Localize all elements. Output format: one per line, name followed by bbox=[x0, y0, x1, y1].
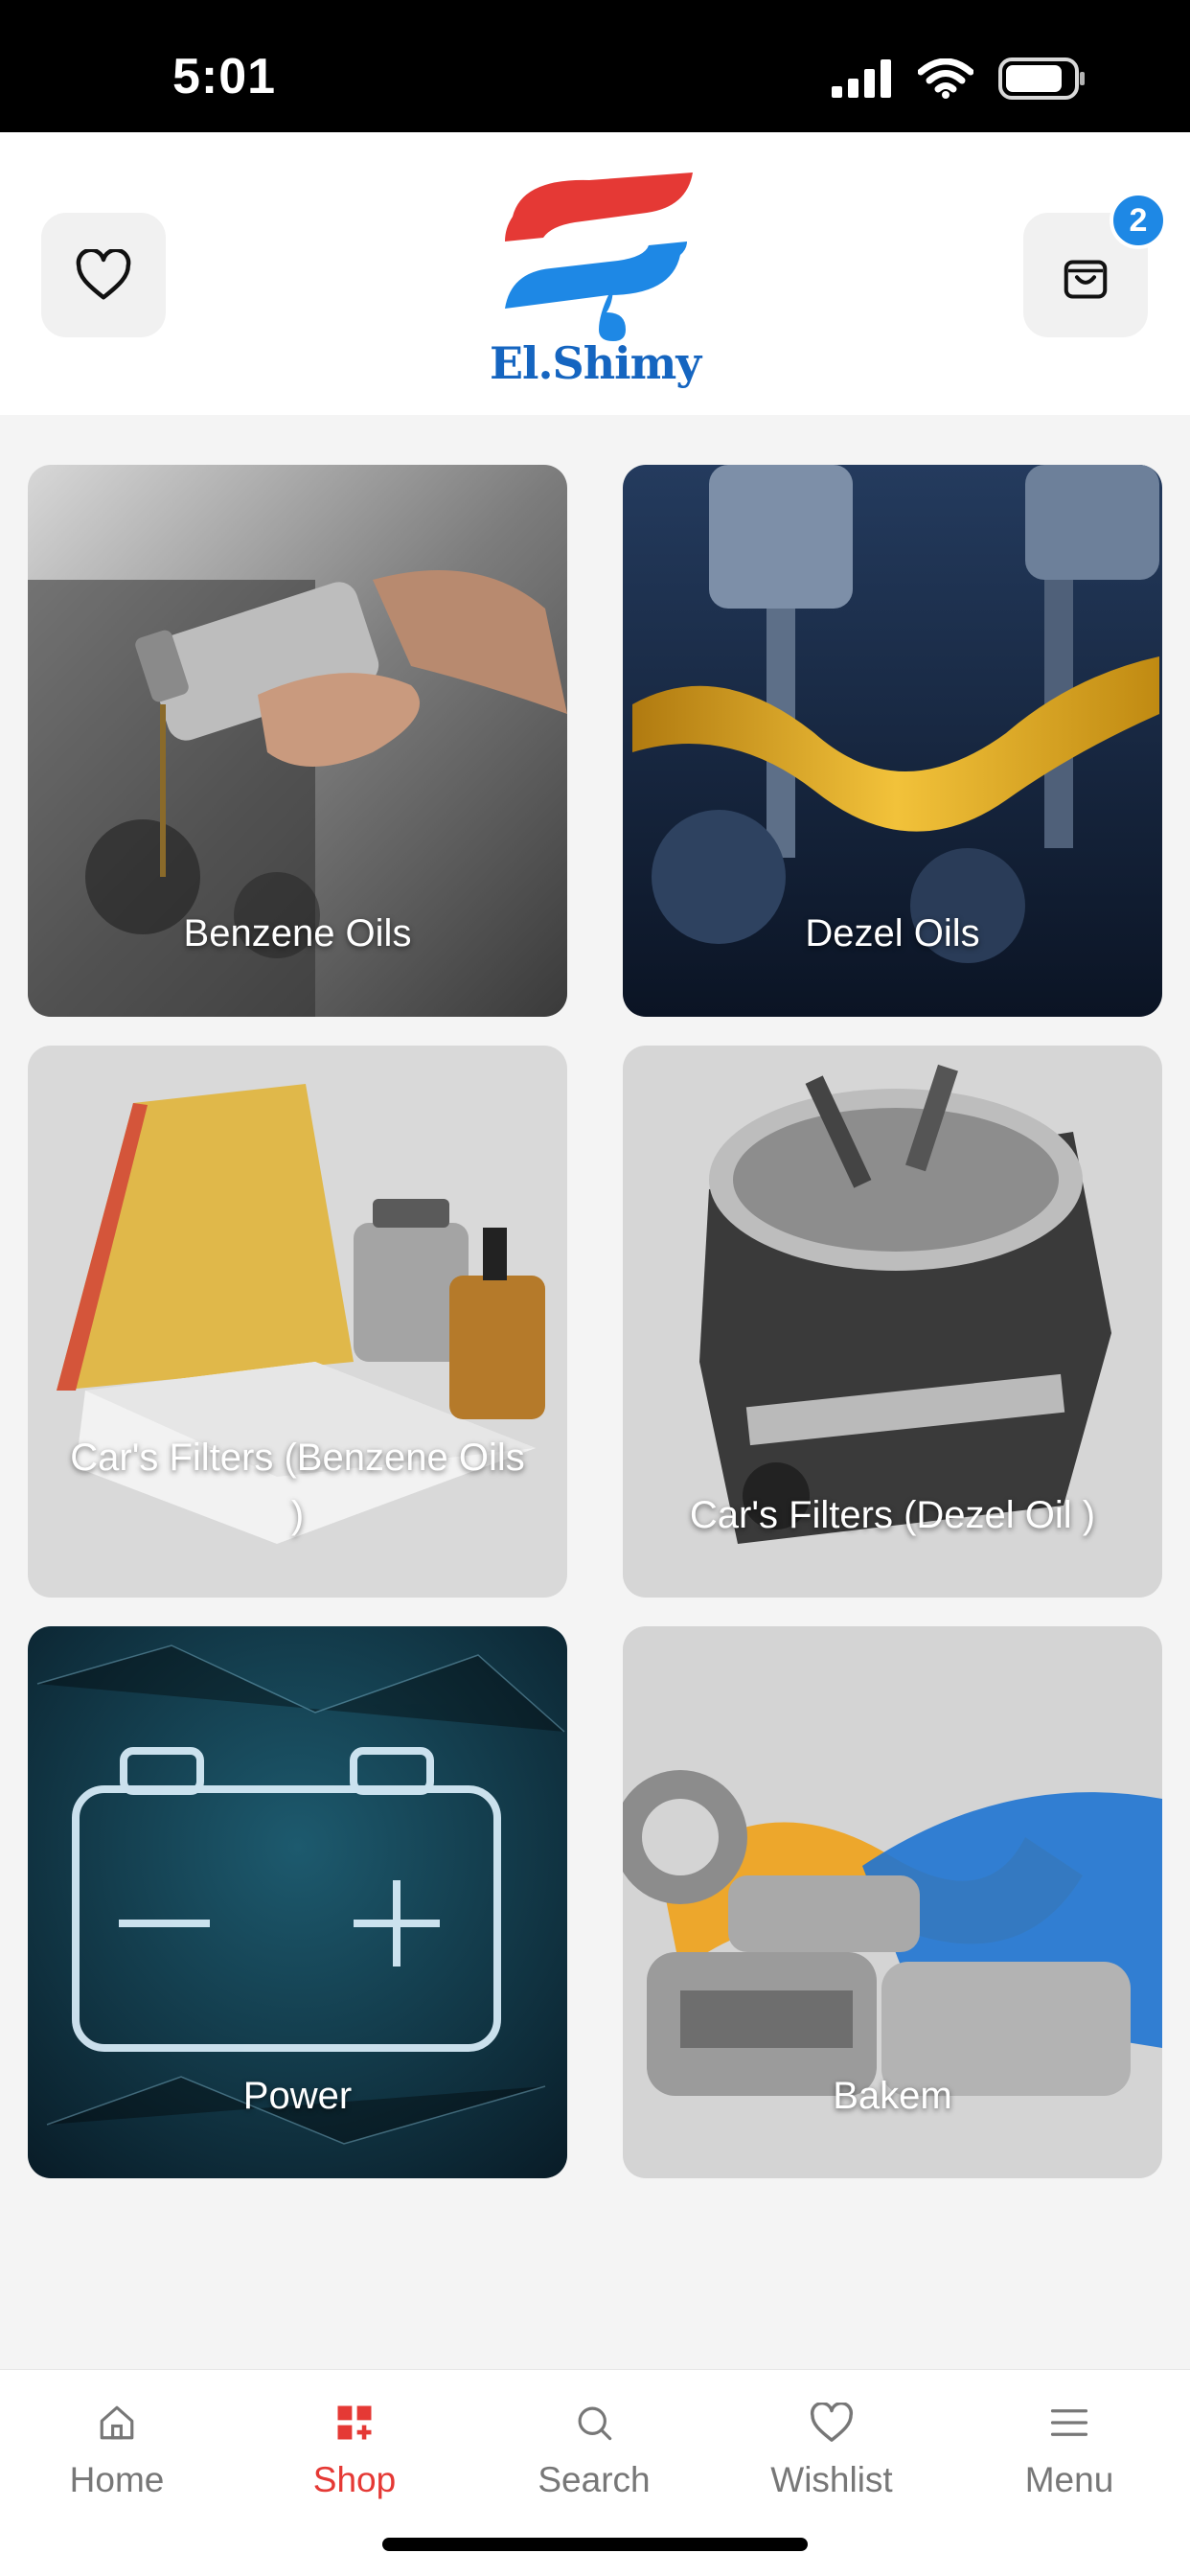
app-header: El.Shimy 2 bbox=[0, 132, 1190, 415]
category-card-dezel-oils[interactable]: Dezel Oils bbox=[623, 465, 1162, 1017]
nav-label: Search bbox=[538, 2460, 651, 2499]
menu-icon bbox=[1050, 2409, 1088, 2436]
status-time: 5:01 bbox=[172, 49, 277, 104]
nav-wishlist[interactable]: Wishlist bbox=[736, 2399, 927, 2500]
logo-mark bbox=[505, 172, 693, 341]
shop-grid-icon bbox=[337, 2405, 372, 2440]
cart-button[interactable]: 2 bbox=[1023, 192, 1167, 337]
category-card-bakem[interactable]: Bakem bbox=[623, 1626, 1162, 2178]
search-icon bbox=[578, 2406, 612, 2441]
nav-home[interactable]: Home bbox=[21, 2399, 213, 2500]
category-label: Bakem bbox=[833, 2075, 952, 2117]
brand-logo: El.Shimy bbox=[484, 169, 706, 389]
cart-count-badge: 2 bbox=[1110, 192, 1167, 249]
category-label: Car's Filters (Benzene Oils ) bbox=[70, 1437, 525, 1536]
nav-menu[interactable]: Menu bbox=[973, 2399, 1165, 2500]
category-card-filters-dezel[interactable]: Car's Filters (Dezel Oil ) bbox=[623, 1046, 1162, 1598]
home-indicator bbox=[382, 2538, 808, 2551]
category-label: Benzene Oils bbox=[183, 912, 412, 954]
status-icons bbox=[832, 58, 1087, 100]
heart-icon bbox=[76, 249, 131, 300]
category-label: Power bbox=[242, 2075, 353, 2117]
nav-search[interactable]: Search bbox=[498, 2399, 690, 2500]
nav-label: Shop bbox=[312, 2460, 397, 2499]
status-bar: 5:01 bbox=[0, 0, 1190, 132]
nav-label: Home bbox=[69, 2460, 165, 2499]
logo-text: El.Shimy bbox=[489, 337, 701, 389]
category-label: Dezel Oils bbox=[805, 912, 980, 954]
shopping-bag-icon bbox=[1064, 260, 1108, 299]
category-card-filters-benzene[interactable]: Car's Filters (Benzene Oils ) bbox=[28, 1046, 567, 1598]
nav-label: Wishlist bbox=[770, 2460, 893, 2499]
nav-label: Menu bbox=[1024, 2460, 1114, 2499]
category-card-benzene-oils[interactable]: Benzene Oils bbox=[28, 465, 567, 1017]
nav-shop[interactable]: Shop bbox=[259, 2399, 450, 2500]
signal-icon bbox=[832, 59, 891, 98]
wishlist-button[interactable] bbox=[41, 213, 166, 337]
category-label: Car's Filters (Dezel Oil ) bbox=[689, 1494, 1096, 1536]
heart-icon bbox=[810, 2403, 854, 2442]
battery-icon bbox=[998, 58, 1085, 100]
wifi-icon bbox=[918, 58, 973, 99]
home-icon bbox=[100, 2405, 134, 2440]
category-card-power[interactable]: Power bbox=[28, 1626, 567, 2178]
